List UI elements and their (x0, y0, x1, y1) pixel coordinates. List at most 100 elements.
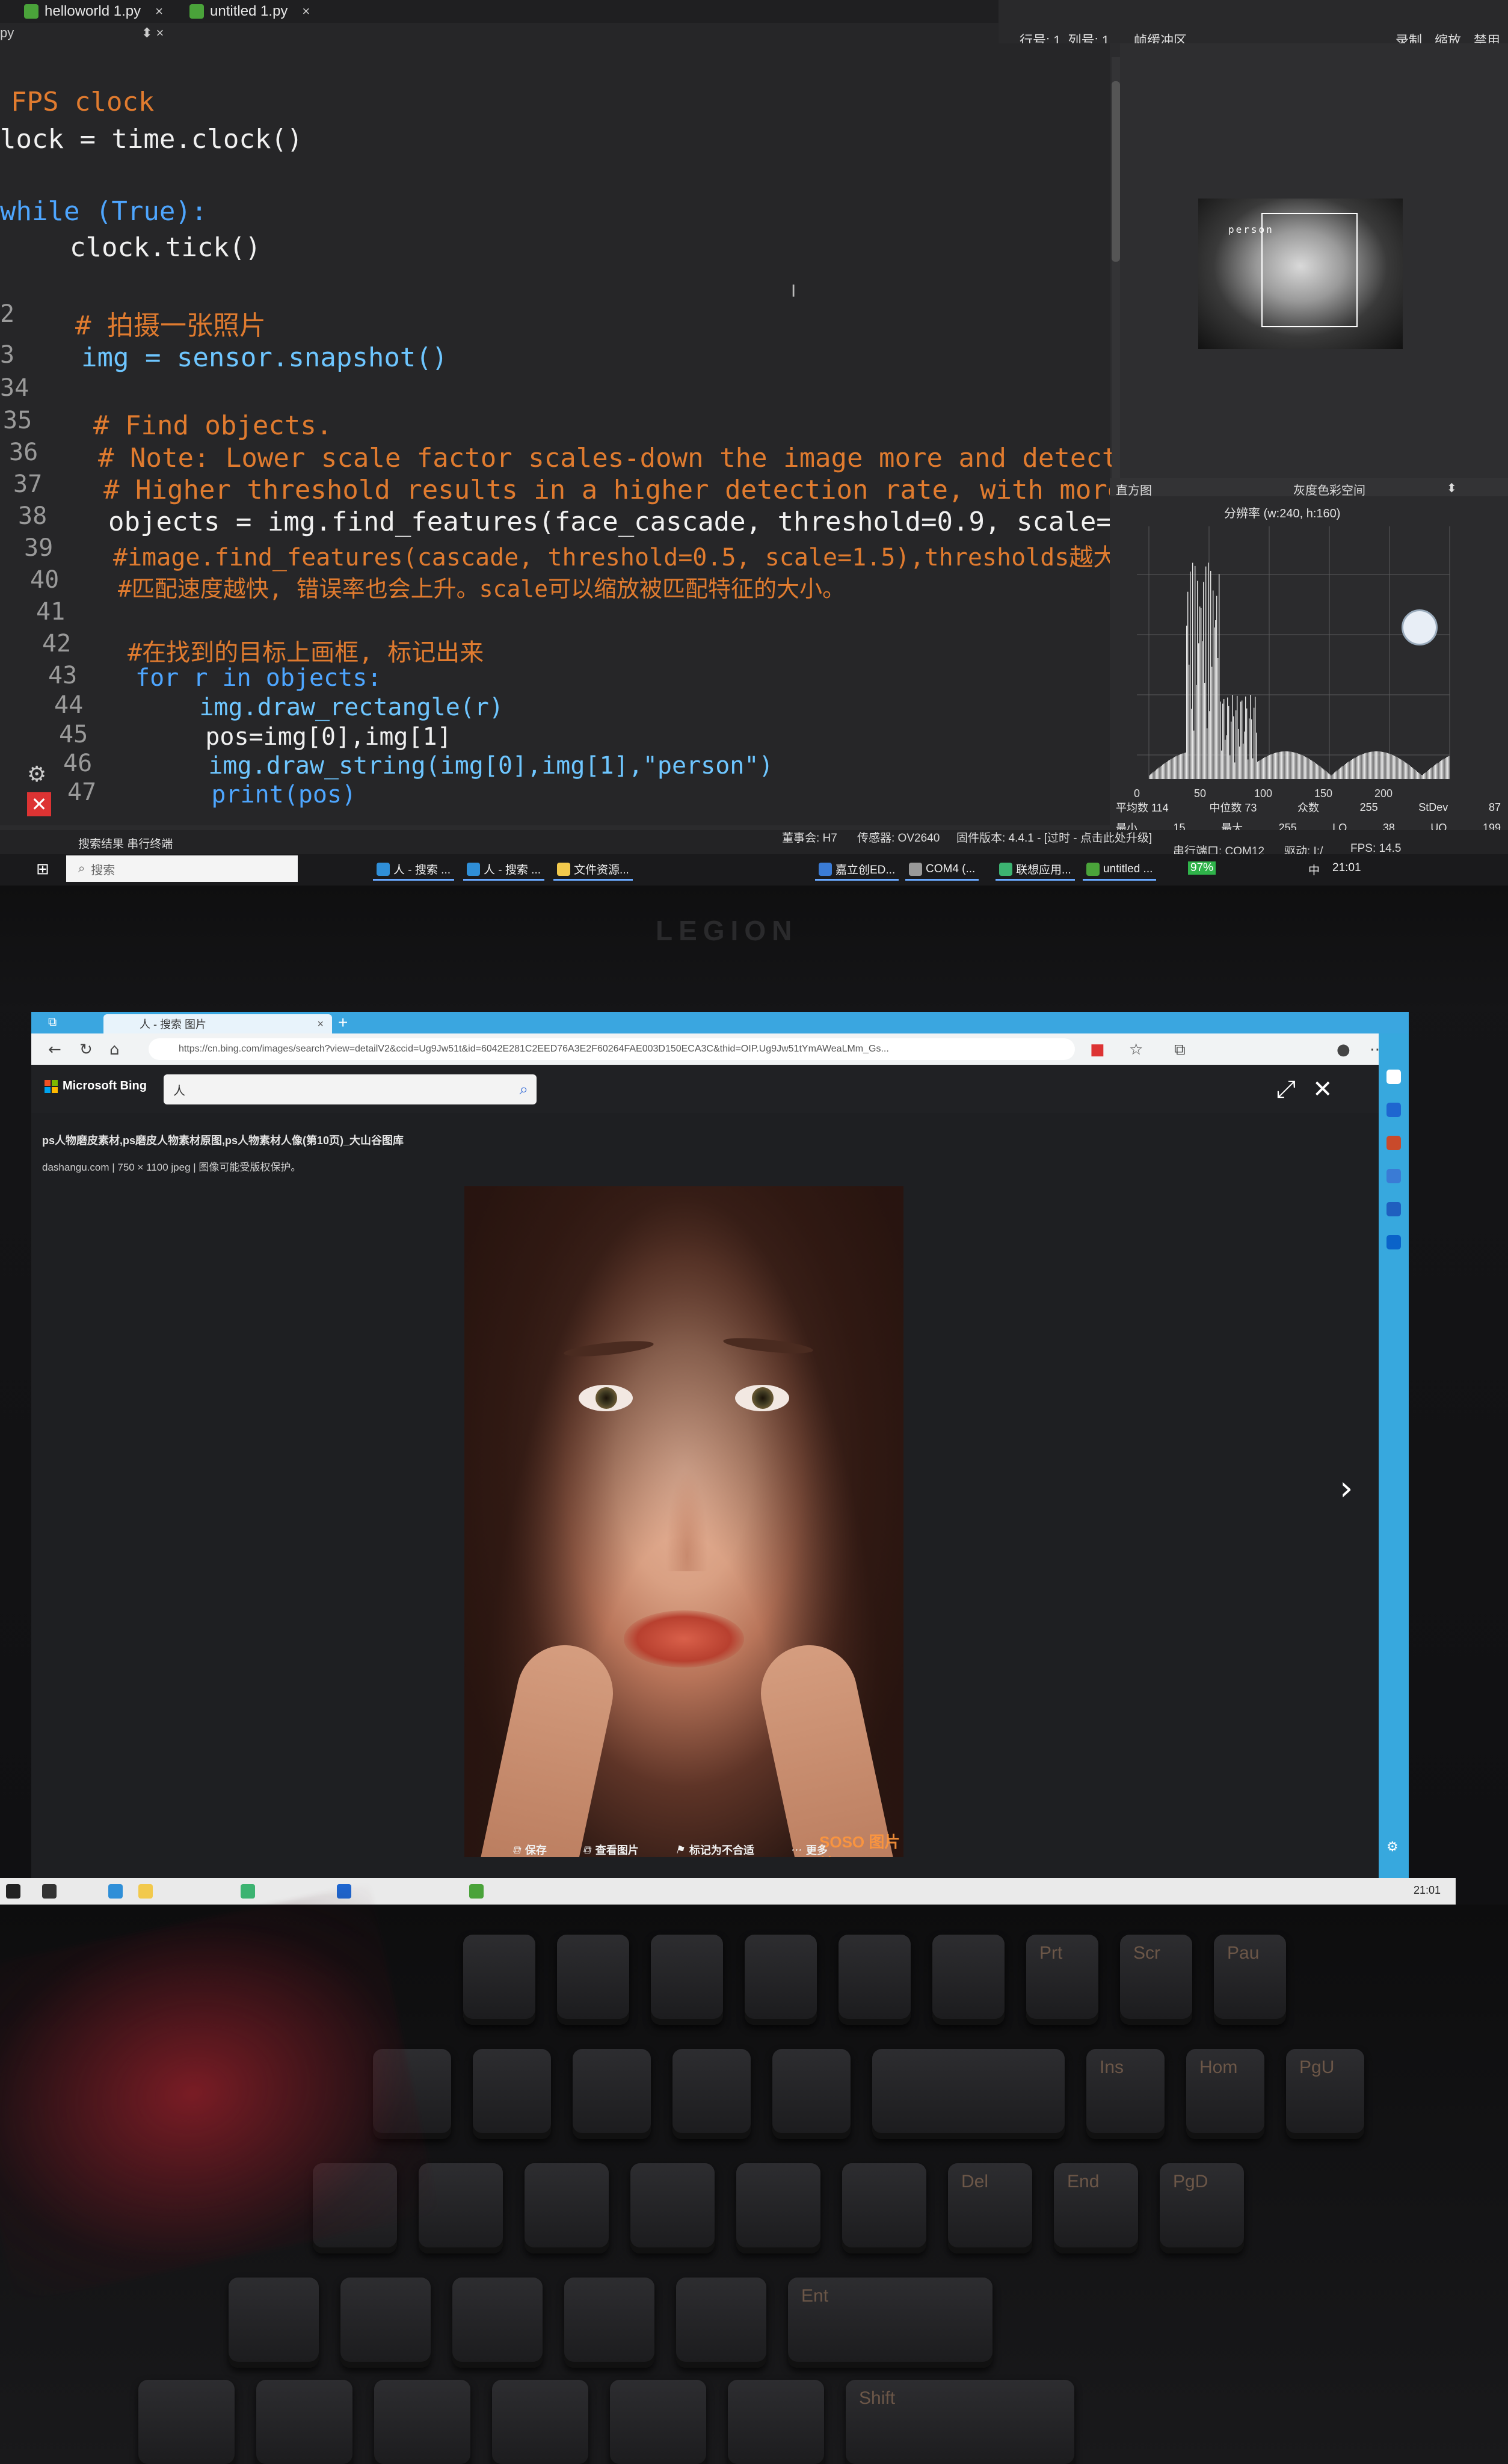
key[interactable] (842, 2163, 926, 2253)
taskbar-app-explorer[interactable]: 文件资源... (553, 859, 633, 881)
key[interactable] (651, 1935, 723, 2025)
portrait-image[interactable]: SOSO 图片站 (464, 1186, 903, 1857)
openmv-icon[interactable] (469, 1884, 484, 1899)
taskbar-app-eda[interactable]: 嘉立创ED... (815, 859, 899, 881)
key[interactable] (630, 2163, 715, 2253)
key-scrlk[interactable]: Scr (1120, 1935, 1192, 2025)
sidebar-search-icon[interactable] (1386, 1070, 1401, 1084)
search-icon[interactable] (6, 1884, 20, 1899)
edge-icon[interactable] (108, 1884, 123, 1899)
wechat-icon[interactable] (241, 1884, 255, 1899)
home-icon[interactable]: ⌂ (109, 1041, 120, 1059)
ime-indicator[interactable]: 中 (1308, 861, 1320, 878)
key[interactable] (745, 1935, 817, 2025)
sidebar-settings-icon[interactable]: ⚙ (1386, 1840, 1401, 1855)
key-insert[interactable]: Ins (1086, 2049, 1165, 2139)
key[interactable] (839, 1935, 911, 2025)
taskbar-app-com4[interactable]: COM4 (... (905, 859, 979, 881)
save-button[interactable]: ⧉ 保存 (512, 1842, 547, 1858)
key[interactable] (492, 2380, 588, 2464)
key[interactable] (573, 2049, 651, 2139)
key[interactable] (340, 2278, 431, 2368)
key[interactable] (672, 2049, 751, 2139)
key[interactable] (772, 2049, 851, 2139)
taskbar-app-untitled[interactable]: untitled ... (1083, 859, 1157, 881)
close-icon[interactable]: × (302, 4, 310, 19)
view-image-button[interactable]: ⧉ 查看图片 (583, 1842, 639, 1858)
split-controls[interactable]: ⬍ × (141, 25, 164, 41)
workspaces-icon[interactable]: ⧉ (48, 1014, 57, 1029)
clock[interactable]: 21:01 (1414, 1884, 1441, 1897)
key[interactable] (736, 2163, 820, 2253)
widgets-icon[interactable] (42, 1884, 57, 1899)
key-home[interactable]: Hom (1186, 2049, 1264, 2139)
key[interactable] (463, 1935, 535, 2025)
output-tabs[interactable]: 搜索结果 串行终端 (78, 835, 173, 851)
bing-logo[interactable]: Microsoft Bing (45, 1079, 147, 1093)
stop-icon[interactable]: ✕ (27, 792, 51, 816)
scrollbar-thumb[interactable] (1112, 81, 1120, 262)
key-prtsc[interactable]: Prt (1026, 1935, 1098, 2025)
new-tab-button[interactable]: + (338, 1013, 348, 1032)
key-pause[interactable]: Pau (1214, 1935, 1286, 2025)
scroll-handle-icon[interactable] (1402, 609, 1438, 645)
key[interactable] (525, 2163, 609, 2253)
profile-icon[interactable]: ● (1337, 1041, 1350, 1059)
sidebar-office-icon[interactable] (1386, 1202, 1401, 1216)
tab-untitled[interactable]: untitled 1.py × (189, 1, 310, 22)
key[interactable] (872, 2049, 1065, 2139)
key-pagedown[interactable]: PgD (1160, 2163, 1244, 2253)
colorspace-select[interactable]: 灰度色彩空间 (1293, 481, 1365, 498)
key-enter[interactable]: Ent (788, 2278, 993, 2368)
clock[interactable]: 21:01 (1332, 861, 1361, 875)
taskbar-app-lenovo[interactable]: 联想应用... (996, 859, 1075, 881)
sidebar-tag-icon[interactable] (1386, 1103, 1401, 1117)
bing-search-input[interactable]: 人 ⌕ (164, 1074, 537, 1104)
code-editor[interactable]: 2 3 34 35 36 37 38 39 40 41 42 43 44 45 … (0, 43, 1229, 825)
key[interactable] (676, 2278, 766, 2368)
battery-indicator[interactable]: 97% (1188, 861, 1216, 875)
collections-icon[interactable]: ⧉ (1174, 1041, 1186, 1059)
sidebar-people-icon[interactable] (1386, 1169, 1401, 1183)
extension-icon[interactable]: ■ (1090, 1041, 1105, 1059)
sidebar-outlook-icon[interactable] (1386, 1235, 1401, 1249)
expand-icon[interactable]: ⤢ (1276, 1076, 1296, 1103)
next-image-arrow-icon[interactable]: › (1340, 1469, 1353, 1508)
windows-start-icon[interactable]: ⊞ (36, 860, 49, 878)
close-icon[interactable]: ✕ (1313, 1076, 1333, 1103)
key[interactable] (728, 2380, 824, 2464)
browser-tab-active[interactable]: 人 - 搜索 图片 × (103, 1014, 332, 1033)
url-input[interactable]: https://cn.bing.com/images/search?view=d… (149, 1038, 1075, 1060)
key-pageup[interactable]: PgU (1286, 2049, 1364, 2139)
key[interactable] (564, 2278, 654, 2368)
key[interactable] (138, 2380, 235, 2464)
key[interactable] (374, 2380, 470, 2464)
sidebar-tools-icon[interactable] (1386, 1136, 1401, 1150)
taskbar-search-input[interactable]: ⌕ 搜索 (66, 855, 298, 882)
connect-icon[interactable]: ⚙ (27, 762, 46, 787)
tab-helloworld[interactable]: helloworld 1.py × (24, 1, 163, 22)
key[interactable] (256, 2380, 352, 2464)
taskbar-app-edge[interactable]: 人 - 搜索 ... (373, 859, 455, 881)
chevron-down-icon[interactable]: ⬍ (1447, 481, 1457, 496)
key-end[interactable]: End (1054, 2163, 1138, 2253)
key[interactable] (610, 2380, 706, 2464)
key[interactable] (452, 2278, 543, 2368)
back-icon[interactable]: ← (48, 1041, 61, 1059)
key[interactable] (932, 1935, 1005, 2025)
favorites-icon[interactable]: ☆ (1129, 1041, 1143, 1059)
close-icon[interactable]: × (155, 4, 163, 19)
key[interactable] (473, 2049, 551, 2139)
key[interactable] (557, 1935, 629, 2025)
image-title[interactable]: ps人物磨皮素材,ps磨皮人物素材原图,ps人物素材人像(第10页)_大山谷图库 (42, 1132, 404, 1148)
key[interactable] (229, 2278, 319, 2368)
taskbar-app-edge[interactable]: 人 - 搜索 ... (463, 859, 545, 881)
key-shift[interactable]: Shift (846, 2380, 1074, 2464)
refresh-icon[interactable]: ↻ (79, 1041, 93, 1059)
flag-button[interactable]: ⚑ 标记为不合适 (675, 1842, 754, 1858)
more-button[interactable]: ⋯ 更多 (790, 1842, 828, 1858)
key-delete[interactable]: Del (948, 2163, 1032, 2253)
close-icon[interactable]: × (317, 1018, 324, 1030)
firmware-link[interactable]: 固件版本: 4.4.1 - [过时 - 点击此处升级] (956, 829, 1152, 845)
search-icon[interactable]: ⌕ (519, 1080, 528, 1099)
